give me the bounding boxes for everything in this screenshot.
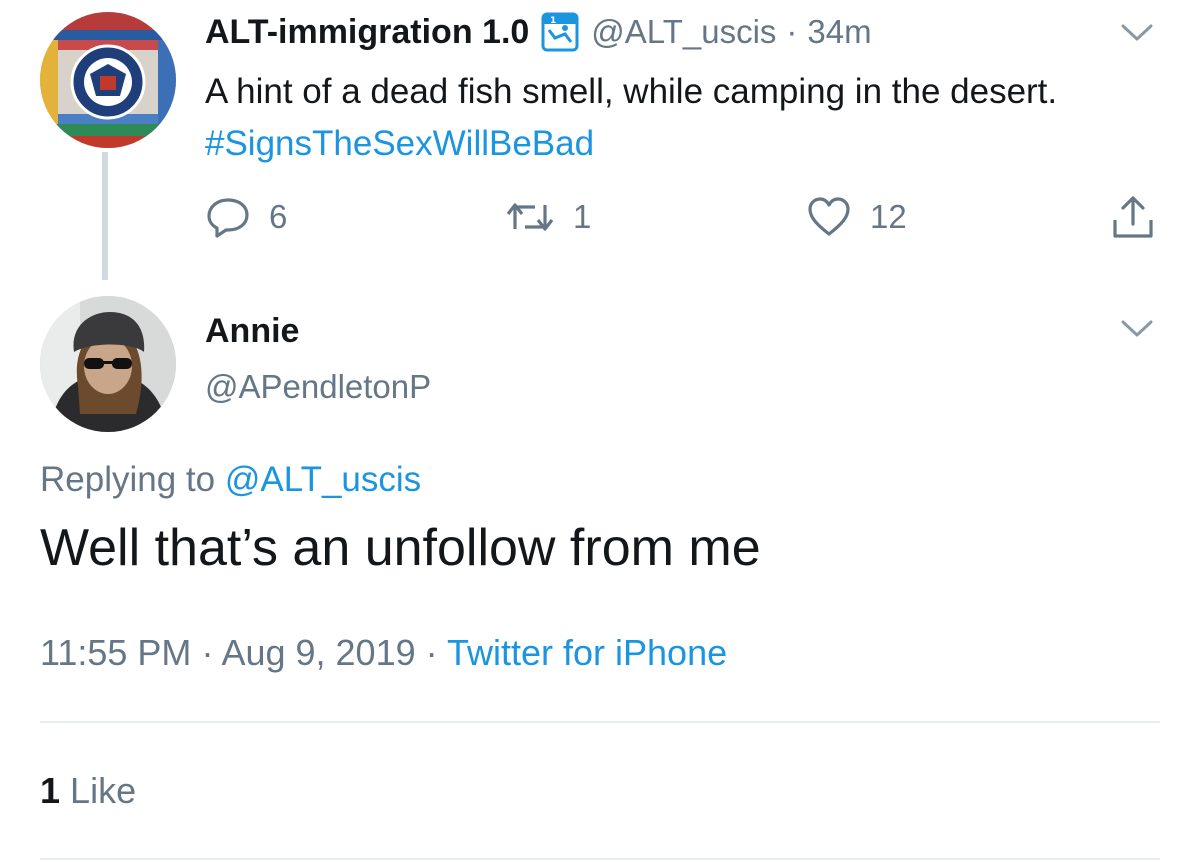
tweet-meta: 11:55 PM · Aug 9, 2019 · Twitter for iPh… xyxy=(40,632,727,674)
parent-timestamp[interactable]: 34m xyxy=(807,13,871,51)
replying-to-prefix: Replying to xyxy=(40,460,225,499)
replying-to-mention[interactable]: @ALT_uscis xyxy=(225,460,421,499)
reply-button[interactable]: 6 xyxy=(205,193,287,241)
hashtag-link[interactable]: #SignsTheSexWillBeBad xyxy=(205,124,594,163)
avatar-alt-immigration[interactable] xyxy=(40,12,176,148)
avatar-annie[interactable] xyxy=(40,296,176,432)
meta-separator: · xyxy=(425,632,438,673)
likes-count: 1 xyxy=(40,770,61,811)
replying-to-line: Replying to @ALT_uscis xyxy=(40,460,421,500)
like-count: 12 xyxy=(870,198,907,235)
parent-tweet-text-plain: A hint of a dead fish smell, while campi… xyxy=(205,72,1058,111)
likes-summary[interactable]: 1 Like xyxy=(40,770,136,812)
parent-tweet-text: A hint of a dead fish smell, while campi… xyxy=(205,66,1125,170)
parent-tweet-header: ALT-immigration 1.0 1 @ALT_uscis · 34m xyxy=(205,10,872,54)
parent-handle[interactable]: @ALT_uscis xyxy=(591,13,776,51)
chevron-down-icon[interactable] xyxy=(1120,22,1154,44)
tweet-date[interactable]: Aug 9, 2019 xyxy=(221,632,415,673)
like-button[interactable]: 12 xyxy=(806,193,907,241)
thread-connector-line xyxy=(102,152,108,280)
parent-display-name[interactable]: ALT-immigration 1.0 xyxy=(205,13,529,52)
retweet-icon xyxy=(506,203,554,231)
share-button[interactable] xyxy=(1110,193,1156,241)
divider xyxy=(40,721,1160,723)
tweet-time[interactable]: 11:55 PM xyxy=(40,632,191,673)
tweet-source-link[interactable]: Twitter for iPhone xyxy=(447,632,727,673)
separator-dot: · xyxy=(786,13,798,50)
chevron-down-icon[interactable] xyxy=(1120,318,1154,340)
reply-handle[interactable]: @APendletonP xyxy=(205,368,431,406)
likes-label: Like xyxy=(70,770,137,811)
retweet-button[interactable]: 1 xyxy=(505,193,591,241)
heart-icon xyxy=(808,197,850,236)
divider xyxy=(40,858,1160,860)
meta-separator: · xyxy=(201,632,214,673)
reply-count: 6 xyxy=(269,198,288,235)
retweet-count: 1 xyxy=(573,198,592,235)
reply-display-name[interactable]: Annie xyxy=(205,312,299,351)
cam-badge-icon: 1 xyxy=(541,12,579,52)
share-icon xyxy=(1113,196,1153,238)
reply-icon xyxy=(207,198,249,238)
reply-tweet-text: Well that’s an unfollow from me xyxy=(40,519,761,577)
svg-text:1: 1 xyxy=(550,16,556,26)
